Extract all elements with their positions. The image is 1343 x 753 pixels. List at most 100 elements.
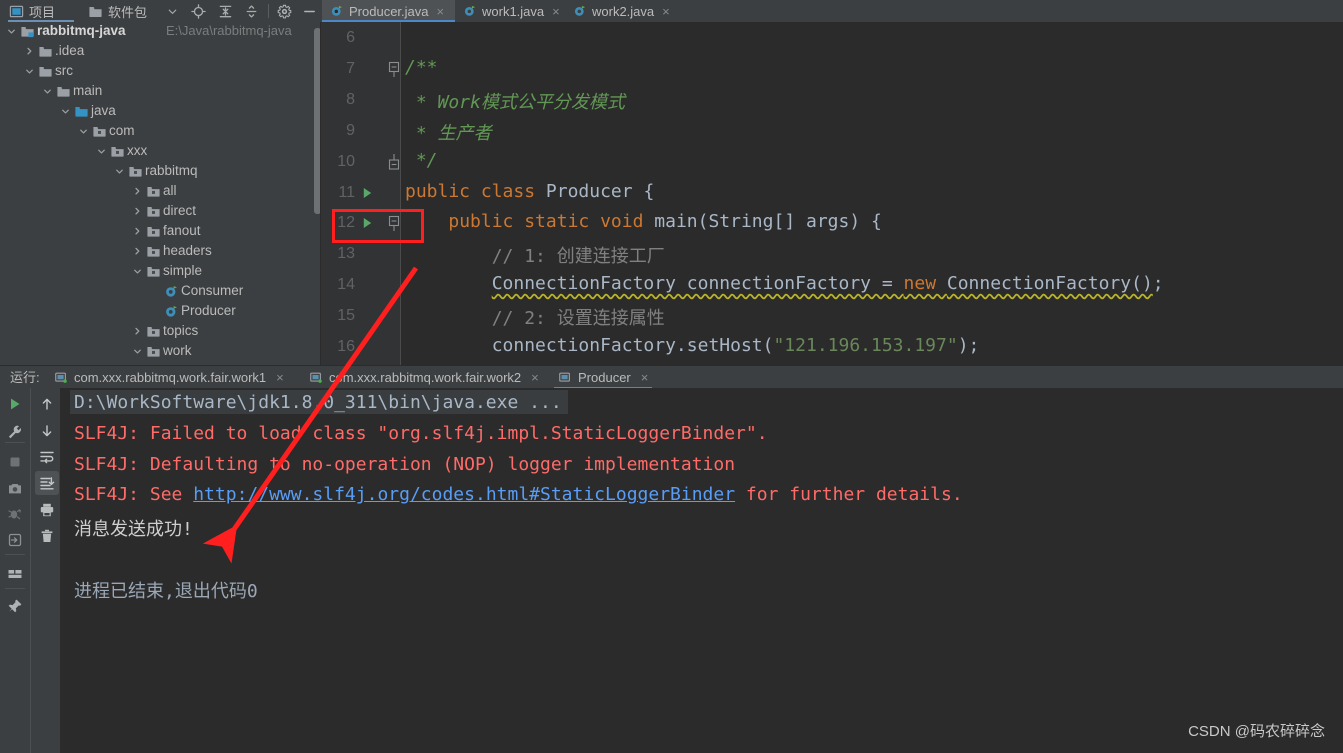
tool-window-tab-project[interactable]: 项目 [9, 0, 55, 22]
chevron-right-icon[interactable] [131, 201, 143, 221]
close-icon[interactable]: × [531, 370, 539, 385]
tree-row[interactable]: .idea [0, 41, 320, 61]
run-tab-bar: 运行: com.xxx.rabbitmq.work.fair.work1 × c… [0, 365, 1343, 389]
chevron-down-icon[interactable] [5, 22, 17, 41]
run-tab-label: com.xxx.rabbitmq.work.fair.work1 [74, 370, 267, 385]
tree-row[interactable]: xxx [0, 141, 320, 161]
locate-target-icon[interactable] [190, 3, 207, 20]
tree-row[interactable]: topics [0, 321, 320, 341]
folder-icon [37, 61, 53, 81]
expand-all-icon[interactable] [217, 3, 234, 20]
line-number: 7 [346, 59, 355, 77]
code-line[interactable]: public class Producer { [405, 181, 654, 202]
run-tab-producer[interactable]: Producer × [553, 366, 653, 389]
editor-tab-work1[interactable]: work1.java × [455, 0, 565, 22]
fold-marker-icon[interactable] [387, 61, 401, 79]
print-icon[interactable] [35, 498, 59, 522]
tree-row[interactable]: Producer [0, 301, 320, 321]
run-gutter-icon[interactable] [360, 186, 374, 200]
editor-tab-producer[interactable]: Producer.java × [322, 0, 455, 22]
code-line[interactable]: // 2: 设置连接属性 [405, 304, 665, 330]
gear-icon[interactable] [276, 3, 293, 20]
java-class-icon [330, 4, 344, 18]
editor-tab-label: work2.java [592, 3, 655, 19]
run-tab-work1[interactable]: com.xxx.rabbitmq.work.fair.work1 × [54, 366, 284, 389]
tree-row[interactable]: Consumer [0, 281, 320, 301]
fold-marker-icon[interactable] [387, 153, 401, 172]
chevron-down-icon[interactable] [164, 3, 181, 20]
chevron-down-icon[interactable] [77, 121, 89, 141]
package-icon [145, 261, 161, 281]
code-line[interactable]: * Work模式公平分发模式 [405, 88, 625, 114]
chevron-down-icon[interactable] [95, 141, 107, 161]
top-toolbar: 项目 软件包 Producer.java × work1.java × work… [0, 0, 1343, 22]
tree-row[interactable]: direct [0, 201, 320, 221]
run-tab-work2[interactable]: com.xxx.rabbitmq.work.fair.work2 × [309, 366, 539, 389]
code-line[interactable]: */ [405, 150, 438, 171]
code-line[interactable]: /** [405, 57, 438, 78]
pin-icon[interactable] [3, 594, 27, 618]
collapse-all-icon[interactable] [243, 3, 260, 20]
chevron-down-icon[interactable] [23, 61, 35, 81]
thread-dump-icon[interactable] [3, 502, 27, 526]
chevron-down-icon[interactable] [113, 161, 125, 181]
camera-icon[interactable] [3, 477, 27, 501]
close-icon[interactable]: × [641, 370, 649, 385]
code-token: ( [762, 335, 774, 356]
tree-row[interactable]: work [0, 341, 320, 361]
line-number: 13 [337, 245, 355, 263]
close-icon[interactable]: × [437, 4, 445, 19]
console-line: SLF4J: Defaulting to no-operation (NOP) … [74, 454, 735, 475]
tree-row[interactable]: all [0, 181, 320, 201]
console-output[interactable]: D:\WorkSoftware\jdk1.8.0_311\bin\java.ex… [60, 388, 1343, 753]
export-icon[interactable] [3, 528, 27, 552]
trash-icon[interactable] [35, 524, 59, 548]
close-icon[interactable]: × [276, 370, 284, 385]
code-line[interactable]: * 生产者 [405, 119, 492, 145]
tree-row[interactable]: simple [0, 261, 320, 281]
editor-tab-work2[interactable]: work2.java × [565, 0, 677, 22]
up-arrow-icon[interactable] [35, 392, 59, 416]
close-icon[interactable]: × [662, 4, 670, 19]
settings-wrench-icon[interactable] [3, 420, 27, 444]
chevron-right-icon[interactable] [131, 221, 143, 241]
chevron-right-icon[interactable] [23, 41, 35, 61]
console-text: for further details. [735, 484, 963, 506]
console-link[interactable]: http://www.slf4j.org/codes.html#StaticLo… [193, 484, 735, 505]
rerun-icon[interactable] [3, 392, 27, 416]
soft-wrap-icon[interactable] [35, 445, 59, 469]
tree-row[interactable]: java [0, 101, 320, 121]
layout-icon[interactable] [3, 562, 27, 586]
tree-row[interactable]: rabbitmq [0, 161, 320, 181]
code-line[interactable]: connectionFactory.setHost("121.196.153.1… [405, 335, 980, 356]
stop-icon[interactable] [3, 450, 27, 474]
tree-row[interactable]: fanout [0, 221, 320, 241]
chevron-down-icon[interactable] [41, 81, 53, 101]
tool-window-tab-packages[interactable]: 软件包 [88, 0, 147, 22]
chevron-down-icon[interactable] [131, 341, 143, 361]
tree-row-label: topics [163, 323, 199, 338]
chevron-down-icon[interactable] [131, 261, 143, 281]
toolbar-divider [5, 554, 25, 555]
console-line: SLF4J: See http://www.slf4j.org/codes.ht… [74, 484, 963, 505]
chevron-down-icon[interactable] [59, 101, 71, 121]
project-tree-panel[interactable]: rabbitmq-java E:\Java\rabbitmq-java .idea s… [0, 22, 320, 365]
down-arrow-icon[interactable] [35, 419, 59, 443]
scroll-to-end-icon[interactable] [35, 471, 59, 495]
minimize-icon[interactable] [301, 3, 318, 20]
tree-row[interactable]: src [0, 61, 320, 81]
chevron-right-icon[interactable] [131, 321, 143, 341]
close-icon[interactable]: × [552, 4, 560, 19]
tree-row[interactable]: main [0, 81, 320, 101]
chevron-right-icon[interactable] [131, 181, 143, 201]
tree-row[interactable]: com [0, 121, 320, 141]
tree-row-label: all [163, 183, 177, 198]
code-line[interactable]: ConnectionFactory connectionFactory = ne… [405, 273, 1164, 294]
chevron-right-icon[interactable] [131, 241, 143, 261]
code-line[interactable]: // 1: 创建连接工厂 [405, 242, 665, 268]
line-number: 8 [346, 90, 355, 108]
code-editor[interactable]: 6 7 /** 8 * Work模式公平分发模式 9 * 生产者 10 */ 11 publi… [321, 22, 1343, 365]
tree-row[interactable]: rabbitmq-java E:\Java\rabbitmq-java [0, 22, 320, 41]
tree-row[interactable]: headers [0, 241, 320, 261]
code-line[interactable]: public static void main(String[] args) { [405, 211, 882, 232]
